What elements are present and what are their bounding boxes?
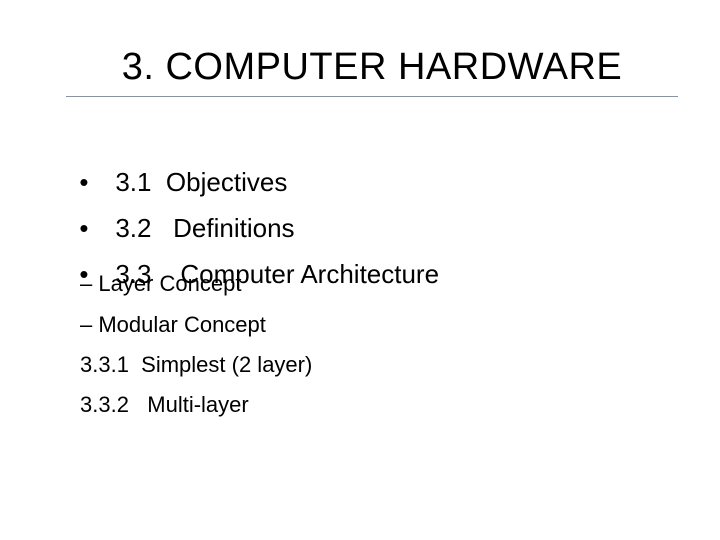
sub-item: – Modular Concept	[80, 312, 266, 337]
slide-title: 3. COMPUTER HARDWARE	[121, 46, 623, 88]
sub-item: 3.3.1 Simplest (2 layer)	[80, 352, 313, 377]
title-divider	[66, 96, 678, 97]
sub-item: – Layer Concept	[80, 271, 242, 296]
sub-item: 3.3.2 Multi-layer	[80, 392, 249, 417]
